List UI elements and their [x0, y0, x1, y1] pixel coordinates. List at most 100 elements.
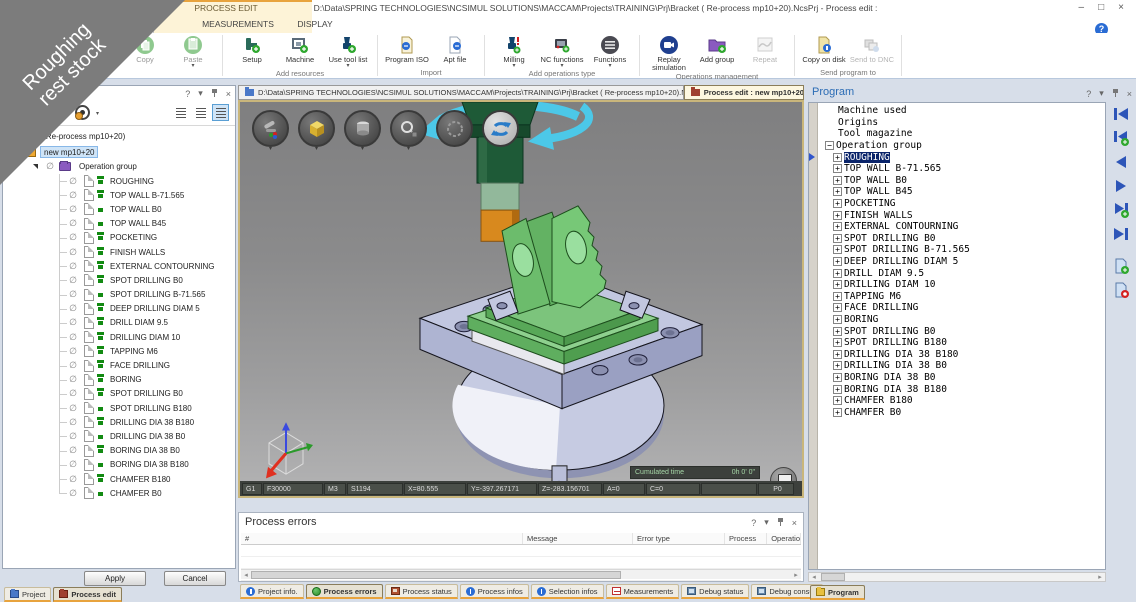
- play-forward-button[interactable]: [1111, 176, 1131, 196]
- target-icon[interactable]: [75, 105, 90, 120]
- program-item[interactable]: Origins: [819, 117, 1105, 129]
- column-header[interactable]: Error type: [633, 533, 725, 544]
- column-header[interactable]: #: [241, 533, 523, 544]
- step-backward-button[interactable]: [1111, 152, 1131, 172]
- tree-item[interactable]: ∅ TOP WALL B0: [57, 202, 233, 216]
- program-item[interactable]: + SPOT DRILLING B0: [819, 325, 1105, 337]
- cancel-button[interactable]: Cancel: [164, 571, 226, 586]
- tree-item[interactable]: ∅ SPOT DRILLING B0: [57, 387, 233, 401]
- panel-pin-icon[interactable]: [777, 518, 784, 528]
- tree-group-item[interactable]: ∅ Operation group: [7, 159, 233, 174]
- program-panel-tab[interactable]: Program: [810, 585, 865, 600]
- program-item[interactable]: + FINISH WALLS: [819, 209, 1105, 221]
- visibility-eye-icon[interactable]: ∅: [67, 332, 79, 343]
- expand-box-icon[interactable]: +: [833, 338, 842, 347]
- panel-close-icon[interactable]: ×: [792, 518, 797, 528]
- tree-item[interactable]: ∅ SPOT DRILLING B180: [57, 401, 233, 415]
- close-button[interactable]: ×: [1118, 2, 1124, 13]
- program-item[interactable]: + CHAMFER B0: [819, 406, 1105, 418]
- program-item[interactable]: + CHAMFER B180: [819, 395, 1105, 407]
- visibility-eye-icon[interactable]: ∅: [67, 247, 79, 258]
- part-display-button[interactable]: ▾: [344, 110, 381, 147]
- list-view-button-3[interactable]: [212, 104, 229, 121]
- bottom-tab[interactable]: Process errors: [306, 584, 383, 599]
- expand-box-icon[interactable]: +: [833, 396, 842, 405]
- tab-measurements[interactable]: MEASUREMENTS: [192, 17, 284, 33]
- tree-item[interactable]: ∅ BORING DIA 38 B0: [57, 444, 233, 458]
- visibility-eye-icon[interactable]: ∅: [67, 346, 79, 357]
- program-item[interactable]: + FACE DRILLING: [819, 302, 1105, 314]
- visibility-eye-icon[interactable]: ∅: [67, 459, 79, 470]
- program-item[interactable]: + TOP WALL B45: [819, 186, 1105, 198]
- expand-box-icon[interactable]: +: [833, 257, 842, 266]
- tree-item[interactable]: ∅ BORING DIA 38 B180: [57, 458, 233, 472]
- expand-box-icon[interactable]: +: [833, 350, 842, 359]
- tree-item[interactable]: ∅ SPOT DRILLING B0: [57, 273, 233, 287]
- skip-to-end-button[interactable]: [1111, 224, 1131, 244]
- program-item[interactable]: + BORING DIA 38 B0: [819, 372, 1105, 384]
- program-item[interactable]: Machine used: [819, 105, 1105, 117]
- bottom-tab[interactable]: Debug status: [681, 584, 749, 599]
- program-item[interactable]: + DRILLING DIAM 10: [819, 279, 1105, 291]
- program-horizontal-scrollbar[interactable]: ◂ ▸: [808, 572, 1106, 582]
- scrollbar-thumb[interactable]: [821, 573, 845, 581]
- expand-box-icon[interactable]: +: [833, 164, 842, 173]
- panel-tab[interactable]: Project: [4, 587, 51, 602]
- visibility-eye-icon[interactable]: ∅: [67, 176, 79, 187]
- process-edit-tab[interactable]: Process edit : new mp10+20: [684, 85, 804, 100]
- tree-item[interactable]: ∅ TAPPING M6: [57, 344, 233, 358]
- panel-close-icon[interactable]: ×: [226, 89, 231, 99]
- setup-button[interactable]: Setup: [229, 33, 275, 64]
- tree-item[interactable]: ∅ TOP WALL B-71.565: [57, 188, 233, 202]
- program-item[interactable]: + TOP WALL B0: [819, 175, 1105, 187]
- program-iso-button[interactable]: Program ISO: [384, 33, 430, 64]
- tab-display[interactable]: DISPLAY: [288, 17, 342, 33]
- milling-button[interactable]: Milling ▾: [491, 33, 537, 69]
- program-item[interactable]: Tool magazine: [819, 128, 1105, 140]
- column-header[interactable]: Operatio: [767, 533, 801, 544]
- program-item[interactable]: + TOP WALL B-71.565: [819, 163, 1105, 175]
- expand-box-icon[interactable]: +: [833, 292, 842, 301]
- tree-item[interactable]: ∅ SPOT DRILLING B-71.565: [57, 288, 233, 302]
- visibility-eye-icon[interactable]: ∅: [67, 374, 79, 385]
- apply-button[interactable]: Apply: [84, 571, 146, 586]
- tree-item[interactable]: ∅ ROUGHING: [57, 174, 233, 188]
- replay-simulation-button[interactable]: Replay simulation: [646, 33, 692, 72]
- target-dropdown-icon[interactable]: ▾: [96, 110, 99, 117]
- add-marker-button[interactable]: [1111, 256, 1131, 276]
- play-to-marker-button[interactable]: [1111, 200, 1131, 220]
- rewind-to-marker-button[interactable]: [1111, 128, 1131, 148]
- panel-pin-icon[interactable]: [211, 89, 218, 99]
- tree-item[interactable]: ∅ DRILL DIAM 9.5: [57, 316, 233, 330]
- visibility-eye-icon[interactable]: ∅: [67, 360, 79, 371]
- horizontal-scrollbar[interactable]: ◂ ▸: [241, 569, 801, 579]
- visibility-eye-icon[interactable]: ∅: [67, 445, 79, 456]
- visibility-eye-icon[interactable]: ∅: [67, 261, 79, 272]
- expander-icon[interactable]: [33, 164, 38, 169]
- visibility-eye-icon[interactable]: ∅: [67, 303, 79, 314]
- visibility-eye-icon[interactable]: ∅: [67, 204, 79, 215]
- minimize-button[interactable]: –: [1079, 2, 1085, 13]
- expand-box-icon[interactable]: +: [833, 315, 842, 324]
- program-item[interactable]: + BORING DIA 38 B180: [819, 383, 1105, 395]
- 3d-viewport[interactable]: ▾ ▾ ▾ ▾ Cumulated time 0h 0' 0" G1 F3000…: [238, 100, 804, 498]
- restore-button[interactable]: □: [1098, 2, 1104, 13]
- expand-box-icon[interactable]: +: [833, 199, 842, 208]
- program-item[interactable]: − Operation group: [819, 140, 1105, 152]
- bottom-tab[interactable]: Selection infos: [531, 584, 604, 599]
- program-item[interactable]: + DEEP DRILLING DIAM 5: [819, 256, 1105, 268]
- expand-box-icon[interactable]: +: [833, 303, 842, 312]
- visibility-eye-icon[interactable]: ∅: [67, 388, 79, 399]
- scroll-right-icon[interactable]: ▸: [791, 571, 801, 579]
- panel-pin-icon[interactable]: [1112, 89, 1119, 99]
- program-item[interactable]: + SPOT DRILLING B-71.565: [819, 244, 1105, 256]
- expand-box-icon[interactable]: +: [833, 408, 842, 417]
- visibility-eye-icon[interactable]: ∅: [67, 218, 79, 229]
- expand-box-icon[interactable]: +: [833, 245, 842, 254]
- use-tool-list-button[interactable]: Use tool list ▾: [325, 33, 371, 69]
- expand-box-icon[interactable]: +: [833, 361, 842, 370]
- selection-button[interactable]: [436, 110, 473, 147]
- scroll-left-icon[interactable]: ◂: [809, 573, 819, 581]
- zoom-button[interactable]: ▾: [390, 110, 427, 147]
- program-item[interactable]: + ROUGHING: [819, 151, 1105, 163]
